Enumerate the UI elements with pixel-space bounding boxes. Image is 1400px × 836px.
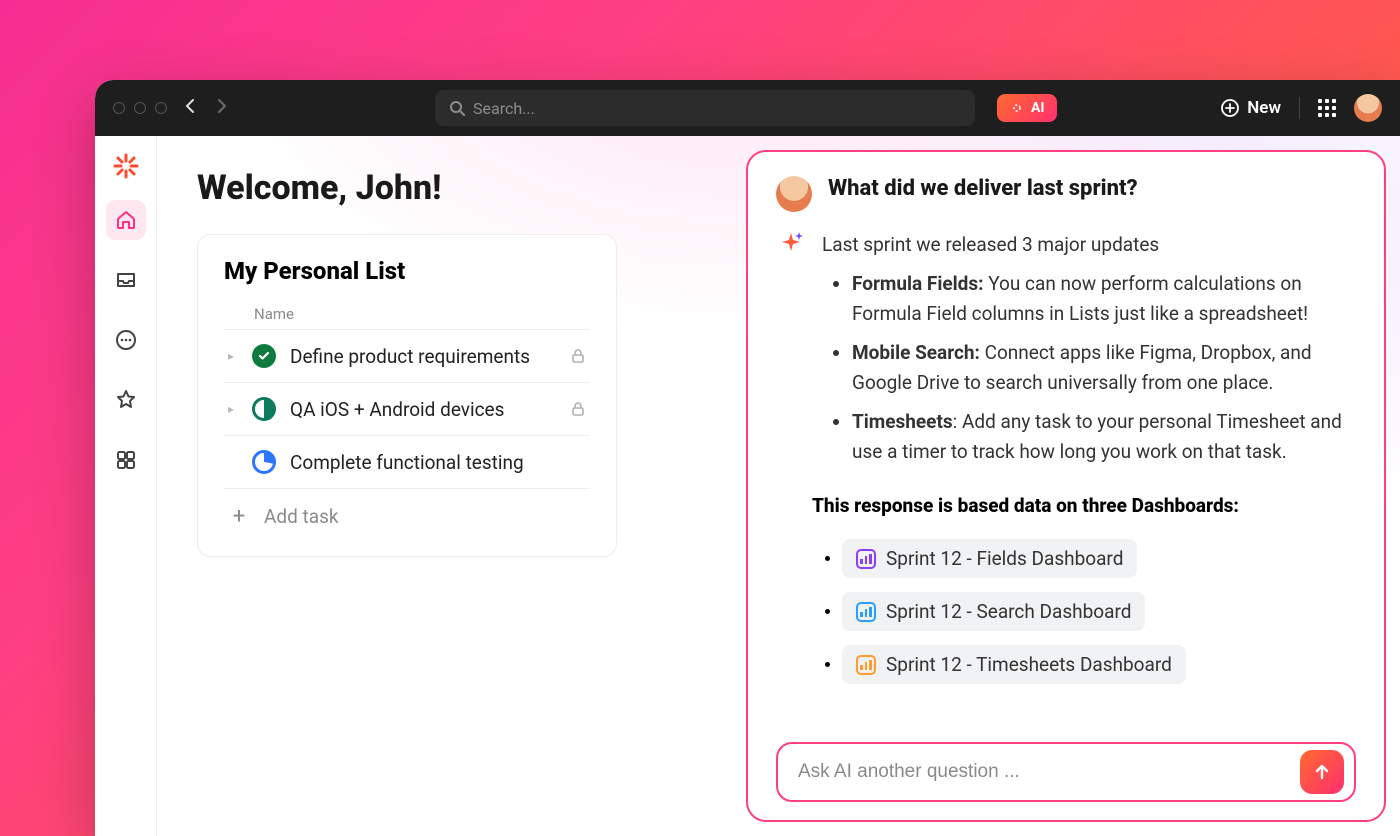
ai-followup-input[interactable] xyxy=(798,761,1288,783)
dashboard-chip[interactable]: Sprint 12 - Fields Dashboard xyxy=(842,539,1137,578)
task-row[interactable]: ▸ QA iOS + Android devices xyxy=(224,382,590,435)
column-header-name: Name xyxy=(224,299,590,329)
traffic-light-close[interactable] xyxy=(113,102,125,114)
search-input[interactable]: Search... xyxy=(435,90,975,126)
dashboard-icon xyxy=(856,602,876,622)
new-button[interactable]: New xyxy=(1221,98,1281,118)
task-row[interactable]: ▸ Define product requirements xyxy=(224,329,590,382)
rail-inbox[interactable] xyxy=(106,260,146,300)
plus-icon: + xyxy=(228,506,250,528)
nav-forward-button[interactable] xyxy=(213,99,231,117)
task-name: QA iOS + Android devices xyxy=(290,398,556,421)
ai-sparkle-icon xyxy=(776,230,806,260)
dots-circle-icon xyxy=(115,329,137,351)
traffic-light-minimize[interactable] xyxy=(134,102,146,114)
status-progress-icon xyxy=(252,397,276,421)
user-avatar[interactable] xyxy=(1354,94,1382,122)
ai-source-item: Sprint 12 - Search Dashboard xyxy=(842,592,1356,631)
window-controls xyxy=(113,102,167,114)
titlebar-right: New xyxy=(1221,94,1382,122)
lock-icon xyxy=(570,401,586,417)
traffic-light-zoom[interactable] xyxy=(155,102,167,114)
expand-caret-icon[interactable]: ▸ xyxy=(228,402,238,416)
dashboard-icon xyxy=(856,549,876,569)
search-placeholder: Search... xyxy=(473,99,535,118)
status-done-icon xyxy=(252,344,276,368)
dashboard-icon xyxy=(856,655,876,675)
dashboard-chip[interactable]: Sprint 12 - Timesheets Dashboard xyxy=(842,645,1186,684)
user-avatar-small xyxy=(776,176,812,212)
logo-icon xyxy=(112,152,140,180)
sparkle-icon xyxy=(1009,100,1025,116)
grid-icon xyxy=(115,449,137,471)
ai-feature-list: Formula Fields: You can now perform calc… xyxy=(822,269,1356,466)
task-row[interactable]: ▸ Complete functional testing xyxy=(224,435,590,488)
task-name: Define product requirements xyxy=(290,345,556,368)
inbox-icon xyxy=(115,269,137,291)
nav-back-button[interactable] xyxy=(181,99,199,117)
ai-intro: Last sprint we released 3 major updates xyxy=(822,233,1159,256)
add-task-label: Add task xyxy=(264,505,339,528)
ai-feature-item: Timesheets: Add any task to your persona… xyxy=(852,407,1356,466)
ai-feature-item: Formula Fields: You can now perform calc… xyxy=(852,269,1356,328)
titlebar: Search... AI New xyxy=(95,80,1400,136)
status-progress-icon xyxy=(252,450,276,474)
rail-more[interactable] xyxy=(106,320,146,360)
ai-feature-item: Mobile Search: Connect apps like Figma, … xyxy=(852,338,1356,397)
ai-button-label: AI xyxy=(1031,100,1045,116)
ai-source-item: Sprint 12 - Fields Dashboard xyxy=(842,539,1356,578)
rail-dashboards[interactable] xyxy=(106,440,146,480)
apps-grid-icon[interactable] xyxy=(1318,99,1336,117)
task-name: Complete functional testing xyxy=(290,451,586,474)
rail-home[interactable] xyxy=(106,200,146,240)
search-icon xyxy=(449,100,465,116)
arrow-up-icon xyxy=(1312,762,1332,782)
divider xyxy=(1299,97,1300,119)
lock-icon xyxy=(570,348,586,364)
new-button-label: New xyxy=(1247,98,1281,118)
ai-button[interactable]: AI xyxy=(997,94,1057,122)
personal-list-card: My Personal List Name ▸ Define product r… xyxy=(197,234,617,557)
ai-send-button[interactable] xyxy=(1300,750,1344,794)
ai-sources-heading: This response is based data on three Das… xyxy=(812,494,1356,517)
ai-panel: What did we deliver last sprint? Last sp… xyxy=(746,150,1386,822)
ai-answer: Last sprint we released 3 major updates … xyxy=(822,230,1356,476)
ai-question: What did we deliver last sprint? xyxy=(828,176,1138,201)
dashboard-chip[interactable]: Sprint 12 - Search Dashboard xyxy=(842,592,1145,631)
ai-sources-list: Sprint 12 - Fields Dashboard Sprint 12 -… xyxy=(776,525,1356,698)
ai-input-row xyxy=(776,742,1356,802)
rail-favorites[interactable] xyxy=(106,380,146,420)
ai-source-item: Sprint 12 - Timesheets Dashboard xyxy=(842,645,1356,684)
app-window: Search... AI New xyxy=(95,80,1400,836)
list-title: My Personal List xyxy=(224,257,590,285)
add-task-button[interactable]: + Add task xyxy=(224,488,590,544)
home-icon xyxy=(115,209,137,231)
plus-circle-icon xyxy=(1221,99,1239,117)
side-rail xyxy=(95,136,157,836)
star-icon xyxy=(115,389,137,411)
expand-caret-icon[interactable]: ▸ xyxy=(228,349,238,363)
